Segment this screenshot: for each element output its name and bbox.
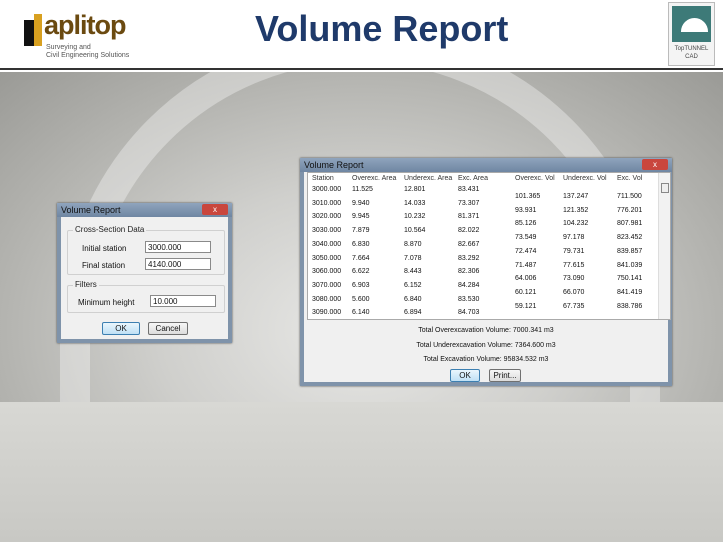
area-cell: 73.307 bbox=[458, 199, 480, 207]
volume-cell: 750.141 bbox=[617, 275, 643, 283]
tunnel-icon bbox=[681, 18, 708, 32]
area-cell: 3020.000 bbox=[312, 213, 342, 221]
total-overexcavation: Total Overexcavation Volume: 7000.341 m3 bbox=[418, 327, 554, 334]
volume-cell: 77.615 bbox=[563, 261, 585, 269]
area-cell: 6.140 bbox=[352, 309, 370, 317]
area-cell: 8.870 bbox=[404, 240, 422, 248]
area-cell: 5.600 bbox=[352, 295, 370, 303]
area-cell: 6.830 bbox=[352, 240, 370, 248]
minimum-height-input[interactable] bbox=[150, 295, 216, 307]
close-button[interactable]: x bbox=[202, 204, 228, 215]
area-cell: 7.078 bbox=[404, 254, 422, 262]
page-title: Volume Report bbox=[255, 8, 509, 49]
area-cell: 10.564 bbox=[404, 227, 426, 235]
volume-cell: 93.931 bbox=[515, 206, 537, 214]
area-cell: 3040.000 bbox=[312, 240, 342, 248]
volume-cell: 841.039 bbox=[617, 261, 643, 269]
column-header: Overexc. Area bbox=[352, 175, 397, 182]
slide-header: aplitop Surveying and Civil Engineering S… bbox=[0, 0, 723, 70]
area-cell: 3000.000 bbox=[312, 186, 342, 193]
filters-group: Filters Minimum height bbox=[67, 280, 225, 313]
area-cell: 12.801 bbox=[404, 186, 426, 193]
params-dialog: Volume Report x Cross-Section Data Initia… bbox=[57, 203, 232, 343]
scrollbar[interactable] bbox=[658, 173, 670, 319]
area-cell: 10.232 bbox=[404, 213, 426, 221]
area-cell: 3050.000 bbox=[312, 254, 342, 262]
total-underexcavation: Total Underexcavation Volume: 7364.600 m… bbox=[416, 342, 556, 349]
volume-cell: 66.070 bbox=[563, 288, 585, 296]
volume-cell: 823.452 bbox=[617, 234, 643, 242]
area-cell: 83.431 bbox=[458, 186, 480, 193]
volume-cell: 64.006 bbox=[515, 275, 537, 283]
volume-cell: 60.121 bbox=[515, 288, 537, 296]
aplitop-logo: aplitop Surveying and Civil Engineering S… bbox=[18, 10, 148, 62]
volume-cell: 97.178 bbox=[563, 234, 585, 242]
area-cell: 84.284 bbox=[458, 281, 480, 289]
area-cell: 7.664 bbox=[352, 254, 370, 262]
area-cell: 6.894 bbox=[404, 309, 422, 317]
area-cell: 3090.000 bbox=[312, 309, 342, 317]
area-cell: 82.667 bbox=[458, 240, 480, 248]
volume-cell: 711.500 bbox=[617, 193, 642, 200]
volume-cell: 79.731 bbox=[563, 247, 585, 255]
report-table[interactable]: Station Overexc. Area Underexc. Area Exc. A… bbox=[307, 172, 671, 320]
ok-button[interactable]: OK bbox=[102, 322, 140, 335]
volume-cell: 67.735 bbox=[563, 302, 585, 310]
area-cell: 14.033 bbox=[404, 199, 426, 207]
area-cell: 11.525 bbox=[352, 186, 373, 193]
report-dialog: Volume Report x Station Overexc. Area Under… bbox=[300, 158, 672, 386]
area-cell: 9.940 bbox=[352, 199, 370, 207]
column-header: Underexc. Area bbox=[404, 175, 453, 182]
toptunnel-badge: TopTUNNEL CAD bbox=[668, 2, 715, 66]
total-excavation: Total Excavation Volume: 95834.532 m3 bbox=[423, 356, 549, 363]
volume-cell: 776.201 bbox=[617, 206, 643, 214]
volume-cell: 72.474 bbox=[515, 247, 537, 255]
volume-cell: 839.857 bbox=[617, 247, 643, 255]
volume-cell: 71.487 bbox=[515, 261, 537, 269]
area-cell: 83.292 bbox=[458, 254, 480, 262]
volume-cell: 807.981 bbox=[617, 220, 643, 228]
area-cell: 81.371 bbox=[458, 213, 480, 221]
area-cell: 7.879 bbox=[352, 227, 370, 235]
volume-cell: 121.352 bbox=[563, 206, 589, 214]
area-cell: 3070.000 bbox=[312, 281, 342, 289]
volume-cell: 137.247 bbox=[563, 193, 589, 200]
area-cell: 8.443 bbox=[404, 268, 422, 276]
print-button[interactable]: Print... bbox=[489, 369, 521, 382]
area-cell: 83.530 bbox=[458, 295, 480, 303]
volume-cell: 59.121 bbox=[515, 302, 537, 310]
area-cell: 6.903 bbox=[352, 281, 370, 289]
area-cell: 6.152 bbox=[404, 281, 422, 289]
cross-section-group: Cross-Section Data Initial station Final… bbox=[67, 225, 225, 275]
column-header: Exc. Area bbox=[458, 175, 488, 182]
final-station-input[interactable] bbox=[145, 258, 211, 270]
area-cell: 84.703 bbox=[458, 309, 480, 317]
area-cell: 3060.000 bbox=[312, 268, 342, 276]
volume-cell: 73.090 bbox=[563, 275, 585, 283]
area-cell: 3030.000 bbox=[312, 227, 342, 235]
cancel-button[interactable]: Cancel bbox=[148, 322, 188, 335]
area-cell: 82.022 bbox=[458, 227, 480, 235]
column-header: Underexc. Vol bbox=[563, 175, 607, 182]
ok-button[interactable]: OK bbox=[450, 369, 480, 382]
area-cell: 6.622 bbox=[352, 268, 370, 276]
volume-cell: 838.786 bbox=[617, 302, 643, 310]
volume-cell: 104.232 bbox=[563, 220, 589, 228]
initial-station-input[interactable] bbox=[145, 241, 211, 253]
volume-cell: 85.126 bbox=[515, 220, 537, 228]
area-cell: 3010.000 bbox=[312, 199, 342, 207]
volume-cell: 841.419 bbox=[617, 288, 643, 296]
column-header: Overexc. Vol bbox=[515, 175, 555, 182]
volume-cell: 73.549 bbox=[515, 234, 537, 242]
area-cell: 3080.000 bbox=[312, 295, 342, 303]
column-header: Exc. Vol bbox=[617, 175, 643, 182]
close-button[interactable]: x bbox=[642, 159, 668, 170]
area-cell: 9.945 bbox=[352, 213, 370, 221]
area-cell: 6.840 bbox=[404, 295, 422, 303]
volume-cell: 101.365 bbox=[515, 193, 541, 200]
column-header: Station bbox=[312, 175, 334, 182]
area-cell: 82.306 bbox=[458, 268, 480, 276]
